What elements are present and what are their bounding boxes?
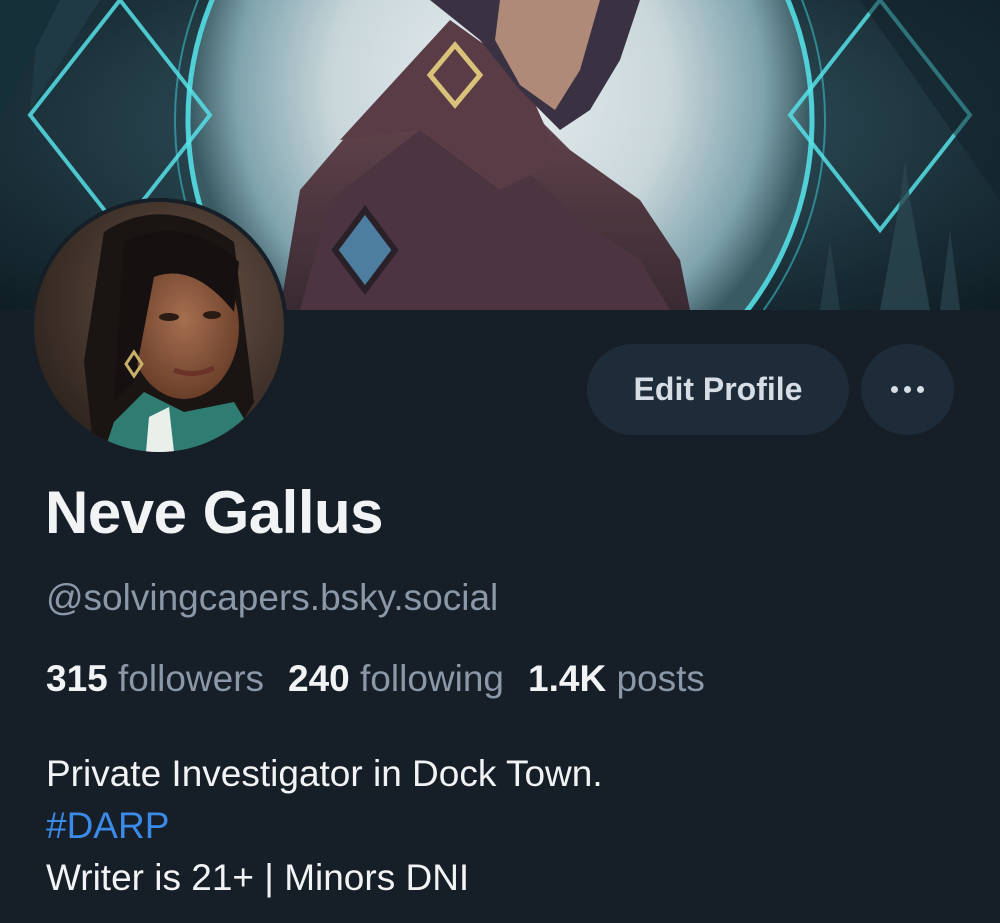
followers-count: 315 [46,658,108,699]
avatar-image [34,202,284,452]
following-label: following [360,658,505,699]
ellipsis-icon [891,386,924,393]
bio-line: Private Investigator in Dock Town. [46,753,603,794]
edit-profile-button[interactable]: Edit Profile [587,344,849,435]
followers-label: followers [118,658,265,699]
followers-stat[interactable]: 315 followers [46,658,264,700]
profile-stats: 315 followers 240 following 1.4K posts [46,658,705,700]
following-count: 240 [288,658,350,699]
profile-handle: @solvingcapers.bsky.social [46,577,499,618]
bio-line: Writer is 21+ | Minors DNI [46,857,470,898]
display-name: Neve Gallus [45,479,384,546]
profile-bio: Private Investigator in Dock Town. #DARP… [46,748,603,904]
posts-count: 1.4K [528,658,607,699]
edit-profile-label: Edit Profile [633,371,803,407]
posts-label: posts [616,658,705,699]
profile-page: Edit Profile Neve Gallus @solvingcapers.… [0,0,1000,923]
posts-stat: 1.4K posts [528,658,705,700]
following-stat[interactable]: 240 following [288,658,504,700]
bio-hashtag-link[interactable]: #DARP [46,800,603,852]
profile-avatar[interactable] [30,198,288,456]
more-options-button[interactable] [861,344,954,435]
